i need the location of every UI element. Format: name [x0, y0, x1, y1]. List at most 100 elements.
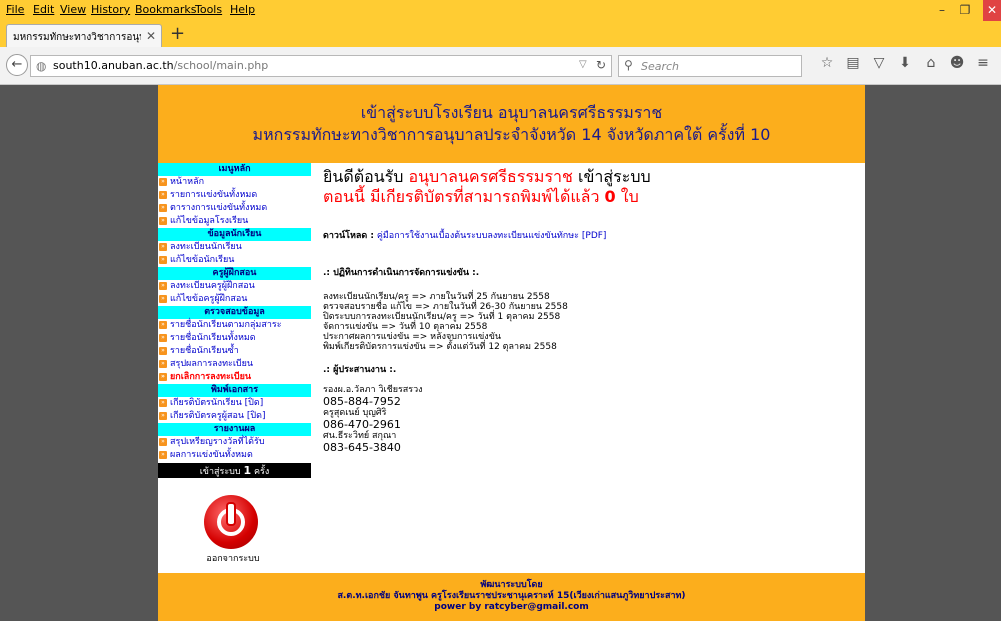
footer-contact: power by ratcyber@gmail.com [434, 602, 589, 612]
sidebar-item-home[interactable]: » หน้าหลัก [158, 176, 311, 189]
contact-phone: 085-884-7952 [323, 395, 401, 408]
menu-history[interactable]: History [91, 3, 130, 16]
contact-phone: 086-470-2961 [323, 418, 401, 431]
chat-icon[interactable]: ☻ [948, 55, 966, 71]
sidebar-item-edit-teacher[interactable]: » แก้ไขข้อครูผู้ฝึกสอน [158, 293, 311, 306]
menu-file[interactable]: File [6, 3, 24, 16]
globe-icon: ◍ [36, 59, 47, 73]
nav-bar: ← ◍ south10.anuban.ac.th/school/main.php… [0, 47, 1001, 85]
pocket-icon[interactable]: ▽ [870, 55, 888, 71]
schedule-item: พิมพ์เกียรติบัตรการแข่งขัน => ตั้งแต่วัน… [323, 342, 557, 352]
dropdown-icon[interactable]: ▽ [579, 59, 587, 70]
certificate-count: 0 [604, 187, 616, 206]
power-icon[interactable] [204, 495, 258, 549]
contact-name: รองผ.อ.วัลภา วิเชียรสรวง [323, 385, 423, 395]
search-placeholder: Search [641, 60, 680, 73]
schedule-item: ประกาศผลการแข่งขัน => หลังจบการแข่งขัน [323, 332, 501, 342]
page-header: เข้าสู่ระบบโรงเรียน อนุบาลนครศรีธรรมราช … [158, 85, 865, 163]
sidebar-item-medal-summary[interactable]: » สรุปเหรียญรางวัลที่ได้รับ [158, 436, 311, 449]
close-window-icon[interactable]: ✕ [983, 0, 1001, 21]
sidebar-item-cancel-registration[interactable]: » ยกเลิกการลงทะเบียน [158, 371, 311, 384]
reload-icon[interactable]: ↻ [596, 58, 606, 72]
footer-developer: ส.ต.ท.เอกชัย จันทาพูน ครูโรงเรียนราชประช… [337, 591, 686, 601]
bullet-icon: » [159, 217, 167, 225]
menu-view[interactable]: View [60, 3, 86, 16]
menu-help[interactable]: Help [230, 3, 255, 16]
contact-phone: 083-645-3840 [323, 441, 401, 454]
header-subtitle: มหกรรมทักษะทางวิชาการอนุบาลประจำจังหวัด … [252, 125, 771, 144]
sidebar-item-edit-school[interactable]: » แก้ไขข้อมูลโรงเรียน [158, 215, 311, 228]
sidebar-item-edit-student[interactable]: » แก้ไขข้อนักเรียน [158, 254, 311, 267]
minimize-icon[interactable]: – [932, 0, 952, 21]
download-icon[interactable]: ⬇ [896, 55, 914, 71]
maximize-icon[interactable]: ❐ [955, 0, 975, 21]
bullet-icon: » [159, 256, 167, 264]
sidebar-item-register-student[interactable]: » ลงทะเบียนนักเรียน [158, 241, 311, 254]
bullet-icon: » [159, 282, 167, 290]
bullet-icon: » [159, 347, 167, 355]
bullet-icon: » [159, 334, 167, 342]
sidebar-heading-check-data: ตรวจสอบข้อมูล [158, 306, 311, 319]
sidebar-heading-reports: รายงานผล [158, 423, 311, 436]
menu-bookmarks[interactable]: Bookmarks [135, 3, 196, 16]
url-bar[interactable]: ◍ south10.anuban.ac.th/school/main.php ▽… [30, 55, 612, 77]
sidebar-item-all-students[interactable]: » รายชื่อนักเรียนทั้งหมด [158, 332, 311, 345]
menu-tools[interactable]: Tools [195, 3, 222, 16]
footer-developed-by: พัฒนาระบบโดย [480, 580, 543, 590]
home-icon[interactable]: ⌂ [922, 55, 940, 71]
schedule-item: ตรวจสอบรายชื่อ แก้ไข => ภายในวันที่ 26-3… [323, 302, 568, 312]
manual-pdf-link[interactable]: คู่มือการใช้งานเบื้องต้นระบบลงทะเบียนแข่… [377, 231, 607, 241]
reading-list-icon[interactable]: ▤ [844, 55, 862, 71]
sidebar: เมนูหลัก » หน้าหลัก » รายการแข่งขันทั้งหมด… [158, 163, 311, 564]
bullet-icon: » [159, 451, 167, 459]
visit-count: 1 [243, 464, 252, 477]
bullet-icon: » [159, 243, 167, 251]
download-row: ดาวน์โหลด : คู่มือการใช้งานเบื้องต้นระบบ… [323, 228, 606, 242]
sidebar-item-all-results[interactable]: » ผลการแข่งขันทั้งหมด [158, 449, 311, 462]
menu-bar: File Edit View History Bookmarks Tools H… [0, 0, 1001, 21]
search-input[interactable]: ⚲ Search [618, 55, 802, 77]
bullet-icon: » [159, 360, 167, 368]
certificate-status: ตอนนี้ มีเกียรติบัตรที่สามารถพิมพ์ได้แล้… [323, 187, 639, 206]
browser-tab[interactable]: มหกรรมทักษะทางวิชาการอนุบา... ✕ [6, 24, 162, 47]
sidebar-item-register-teacher[interactable]: » ลงทะเบียนครูผู้ฝึกสอน [158, 280, 311, 293]
bullet-icon: » [159, 412, 167, 420]
sidebar-heading-students: ข้อมูลนักเรียน [158, 228, 311, 241]
sidebar-item-schedule[interactable]: » ตารางการแข่งขันทั้งหมด [158, 202, 311, 215]
tab-bar: มหกรรมทักษะทางวิชาการอนุบา... ✕ + [0, 21, 1001, 47]
page-footer: พัฒนาระบบโดย ส.ต.ท.เอกชัย จันทาพูน ครูโร… [158, 573, 865, 621]
page-container: เข้าสู่ระบบโรงเรียน อนุบาลนครศรีธรรมราช … [158, 85, 865, 621]
sidebar-item-duplicate-students[interactable]: » รายชื่อนักเรียนซ้ำ [158, 345, 311, 358]
star-icon[interactable]: ☆ [818, 55, 836, 71]
sidebar-item-registration-summary[interactable]: » สรุปผลการลงทะเบียน [158, 358, 311, 371]
bullet-icon: » [159, 191, 167, 199]
menu-edit[interactable]: Edit [33, 3, 54, 16]
logout-label[interactable]: ออกจากระบบ [198, 551, 268, 565]
schedule-item: จัดการแข่งขัน => วันที่ 10 ตุลาคม 2558 [323, 322, 488, 332]
sidebar-heading-teachers: ครูผู้ฝึกสอน [158, 267, 311, 280]
bullet-icon: » [159, 295, 167, 303]
bullet-icon: » [159, 399, 167, 407]
url-text: south10.anuban.ac.th/school/main.php [53, 59, 269, 72]
new-tab-icon[interactable]: + [170, 23, 185, 44]
sidebar-item-teacher-certificate[interactable]: » เกียรติบัตรครูผู้สอน [ปิด] [158, 410, 311, 423]
school-name: อนุบาลนครศรีธรรมราช [408, 167, 573, 186]
close-tab-icon[interactable]: ✕ [146, 29, 156, 43]
bullet-icon: » [159, 321, 167, 329]
bullet-icon: » [159, 204, 167, 212]
schedule-heading: .: ปฏิทินการดำเนินการจัดการแข่งขัน :. [323, 268, 480, 278]
sidebar-heading-main-menu: เมนูหลัก [158, 163, 311, 176]
sidebar-item-student-certificate[interactable]: » เกียรติบัตรนักเรียน [ปิด] [158, 397, 311, 410]
sidebar-heading-print: พิมพ์เอกสาร [158, 384, 311, 397]
contact-name: ศน.ธีระวิทย์ สกุณา [323, 431, 397, 441]
sidebar-item-students-by-subject[interactable]: » รายชื่อนักเรียนตามกลุ่มสาระ [158, 319, 311, 332]
schedule-item: ลงทะเบียนนักเรียน/ครู => ภายในวันที่ 25 … [323, 292, 550, 302]
tab-title: มหกรรมทักษะทางวิชาการอนุบา... [13, 32, 141, 43]
schedule-list: ลงทะเบียนนักเรียน/ครู => ภายในวันที่ 25 … [323, 292, 568, 352]
coordinator-heading: .: ผู้ประสานงาน :. [323, 365, 397, 375]
hamburger-menu-icon[interactable]: ≡ [974, 55, 992, 71]
sidebar-item-all-competitions[interactable]: » รายการแข่งขันทั้งหมด [158, 189, 311, 202]
back-arrow-icon[interactable]: ← [6, 54, 28, 76]
search-icon: ⚲ [624, 58, 633, 72]
bullet-icon: » [159, 178, 167, 186]
